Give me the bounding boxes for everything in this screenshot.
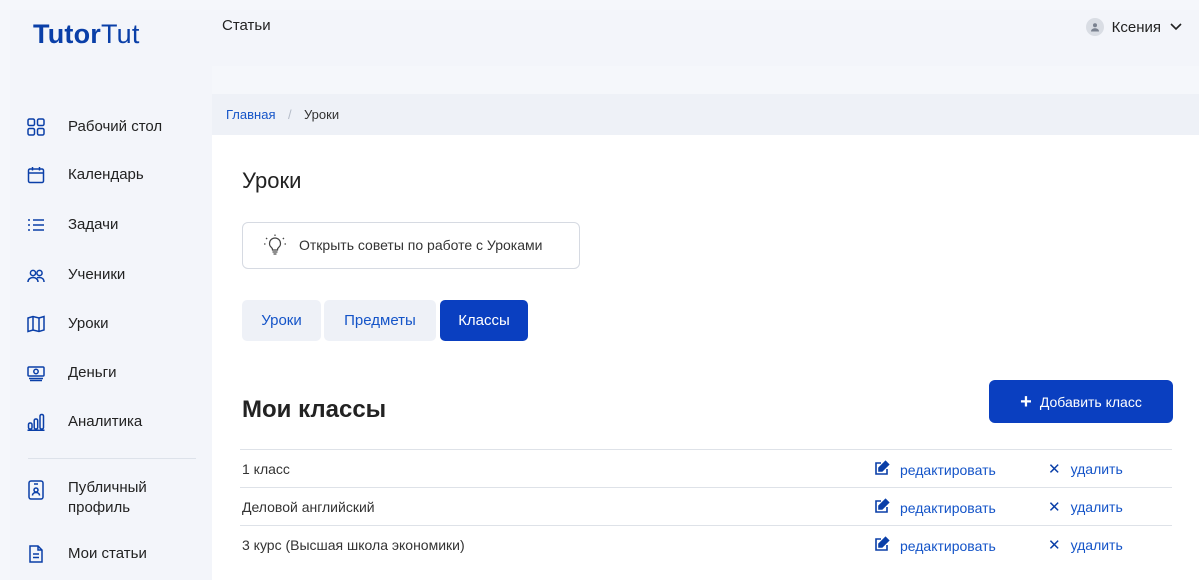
tab-lessons[interactable]: Уроки xyxy=(242,300,321,341)
sidebar-item-label: Задачи xyxy=(68,216,119,233)
table-row: 1 класс редактировать ✕ удалить xyxy=(240,449,1172,487)
class-name: Деловой английский xyxy=(242,499,375,515)
breadcrumb-separator: / xyxy=(288,107,292,122)
table-row: 3 курс (Высшая школа экономики) редактир… xyxy=(240,525,1172,563)
users-icon xyxy=(27,266,45,284)
list-icon xyxy=(27,216,45,234)
delete-label: удалить xyxy=(1070,461,1123,477)
logo[interactable]: TutorTut xyxy=(33,19,140,50)
edit-button[interactable]: редактировать xyxy=(874,536,996,555)
sidebar-item-label: Рабочий стол xyxy=(68,118,163,135)
edit-button[interactable]: редактировать xyxy=(874,460,996,479)
sidebar-item-label: Календарь xyxy=(68,166,144,183)
logo-regular: Tut xyxy=(100,19,140,49)
close-icon: ✕ xyxy=(1048,537,1061,554)
tab-subjects[interactable]: Предметы xyxy=(324,300,436,341)
lightbulb-icon xyxy=(263,234,287,263)
sidebar-item-analytics[interactable]: Аналитика xyxy=(10,402,212,442)
sidebar-item-tasks[interactable]: Задачи xyxy=(10,205,212,245)
delete-label: удалить xyxy=(1070,537,1123,553)
delete-button[interactable]: ✕ удалить xyxy=(1048,498,1123,516)
user-menu[interactable]: Ксения xyxy=(1085,18,1183,36)
money-icon xyxy=(27,364,45,382)
articles-link[interactable]: Статьи xyxy=(222,17,271,34)
add-class-label: Добавить класс xyxy=(1039,393,1142,410)
breadcrumb-current: Уроки xyxy=(304,107,340,122)
sidebar-item-money[interactable]: Деньги xyxy=(10,353,212,393)
classes-table: 1 класс редактировать ✕ удалить Деловой … xyxy=(240,449,1172,563)
sidebar-item-label: Уроки xyxy=(68,315,109,332)
sidebar-item-students[interactable]: Ученики xyxy=(10,255,212,295)
open-tips-button[interactable]: Открыть советы по работе с Уроками xyxy=(242,222,580,269)
calendar-icon xyxy=(27,166,45,184)
section-title: Мои классы xyxy=(242,396,387,423)
class-name: 3 курс (Высшая школа экономики) xyxy=(242,537,465,553)
add-class-button[interactable]: + Добавить класс xyxy=(989,380,1173,423)
edit-button[interactable]: редактировать xyxy=(874,498,996,517)
sidebar-item-label: Ученики xyxy=(68,266,126,283)
edit-icon xyxy=(874,536,890,555)
sidebar-item-lessons[interactable]: Уроки xyxy=(10,304,212,344)
sidebar-item-label: Публичный профиль xyxy=(68,479,147,516)
sidebar-item-calendar[interactable]: Календарь xyxy=(10,155,212,195)
sidebar-divider xyxy=(28,458,196,459)
main-content: Уроки Открыть советы по работе с Уроками… xyxy=(212,135,1199,580)
sidebar-item-label: Деньги xyxy=(68,364,117,381)
sidebar-item-label: Мои статьи xyxy=(68,545,147,562)
breadcrumb: Главная / Уроки xyxy=(212,94,1199,135)
sidebar-item-public-profile[interactable]: Публичный профиль xyxy=(10,472,212,526)
delete-button[interactable]: ✕ удалить xyxy=(1048,536,1123,554)
close-icon: ✕ xyxy=(1048,499,1061,516)
edit-icon xyxy=(874,460,890,479)
book-icon xyxy=(27,315,45,333)
delete-button[interactable]: ✕ удалить xyxy=(1048,460,1123,478)
dashboard-icon xyxy=(27,118,45,136)
sidebar-item-dashboard[interactable]: Рабочий стол xyxy=(10,107,212,147)
analytics-icon xyxy=(27,413,45,431)
top-bar: Статьи Ксения xyxy=(212,10,1199,66)
page-title: Уроки xyxy=(242,168,302,193)
sidebar-item-my-articles[interactable]: Мои статьи xyxy=(10,534,212,574)
user-name: Ксения xyxy=(1111,18,1161,36)
logo-bold: Tutor xyxy=(33,19,101,49)
table-row: Деловой английский редактировать ✕ удали… xyxy=(240,487,1172,525)
edit-icon xyxy=(874,498,890,517)
sidebar: TutorTut Рабочий стол Календарь Задачи У… xyxy=(10,10,212,580)
breadcrumb-home[interactable]: Главная xyxy=(226,107,275,122)
edit-label: редактировать xyxy=(900,499,996,516)
plus-icon: + xyxy=(1020,390,1032,413)
close-icon: ✕ xyxy=(1048,461,1061,478)
delete-label: удалить xyxy=(1070,499,1123,515)
edit-label: редактировать xyxy=(900,461,996,478)
tab-classes[interactable]: Классы xyxy=(440,300,528,341)
chevron-down-icon xyxy=(1169,19,1183,36)
open-tips-label: Открыть советы по работе с Уроками xyxy=(299,237,543,253)
edit-label: редактировать xyxy=(900,537,996,554)
sidebar-item-label: Аналитика xyxy=(68,413,143,430)
profile-card-icon xyxy=(27,480,45,500)
avatar xyxy=(1085,18,1104,36)
class-name: 1 класс xyxy=(242,461,290,477)
document-icon xyxy=(27,545,45,563)
